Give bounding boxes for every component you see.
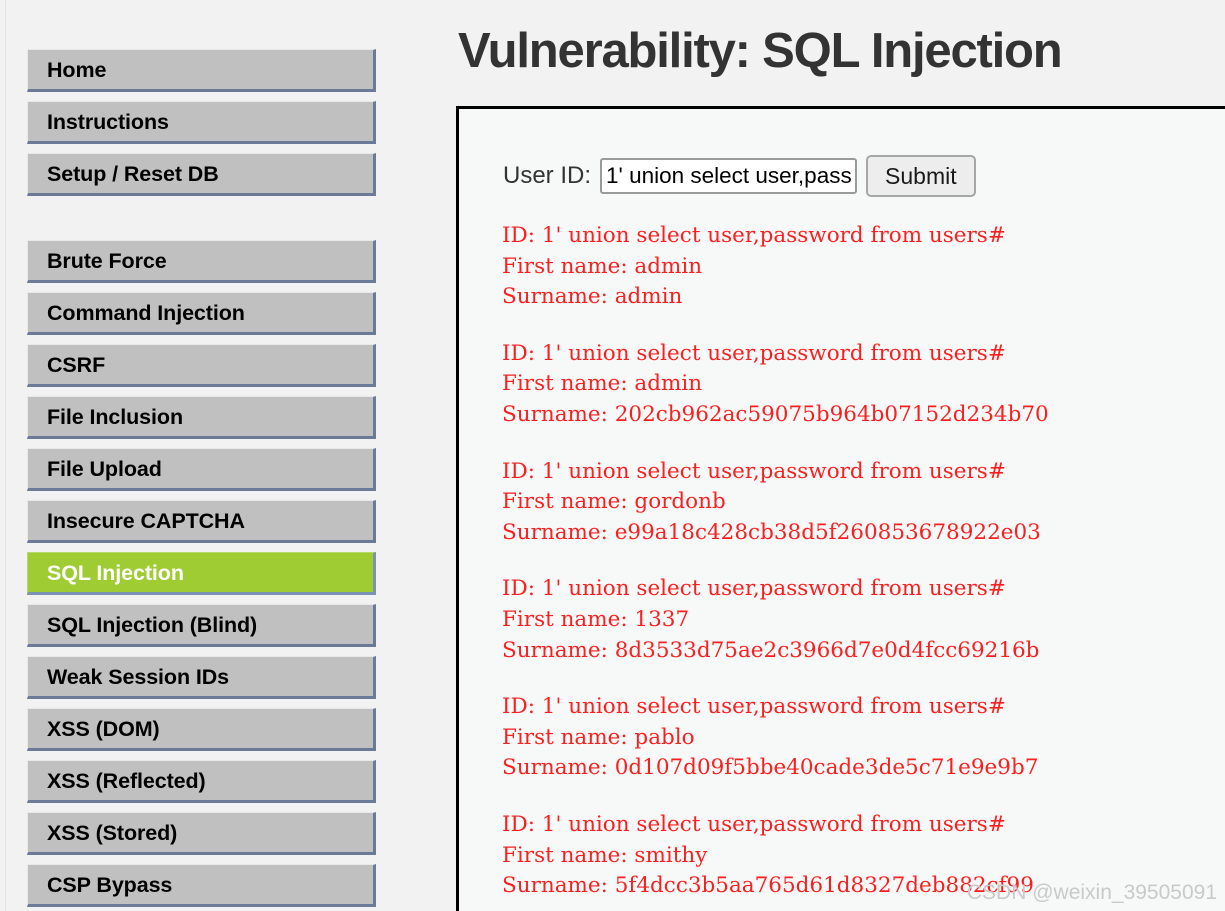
sidebar-item-xss-reflected[interactable]: XSS (Reflected) [27, 760, 376, 803]
result-id-line: ID: 1' union select user,password from u… [502, 694, 1006, 720]
result-first-name-line: First name: 1337 [502, 606, 690, 632]
vulnerability-panel: User ID: Submit ID: 1' union select user… [456, 106, 1225, 911]
sidebar-item-weak-session-ids[interactable]: Weak Session IDs [27, 656, 376, 699]
page-title: Vulnerability: SQL Injection [458, 24, 1063, 78]
result-surname-line: Surname: 0d107d09f5bbe40cade3de5c71e9e9b… [502, 755, 1039, 781]
result-block: ID: 1' union select user,password from u… [502, 221, 1202, 313]
result-surname-line: Surname: 5f4dcc3b5aa765d61d8327deb882cf9… [502, 873, 1034, 899]
result-block: ID: 1' union select user,password from u… [502, 574, 1202, 666]
sidebar-item-csrf[interactable]: CSRF [27, 344, 376, 387]
result-first-name-line: First name: smithy [502, 842, 708, 868]
sidebar-group: Home Instructions Setup / Reset DB [27, 49, 376, 196]
page-root: Home Instructions Setup / Reset DB Brute Fo… [0, 0, 1225, 911]
query-results: ID: 1' union select user,password from u… [502, 221, 1202, 911]
sidebar-item-xss-dom[interactable]: XSS (DOM) [27, 708, 376, 751]
result-id-line: ID: 1' union select user,password from u… [502, 223, 1006, 248]
result-block: ID: 1' union select user,password from u… [502, 810, 1202, 902]
result-first-name-line: First name: admin [502, 371, 703, 397]
sidebar-item-sql-injection[interactable]: SQL Injection [27, 552, 376, 595]
result-first-name-line: First name: admin [502, 253, 703, 279]
result-block: ID: 1' union select user,password from u… [502, 339, 1202, 431]
result-block: ID: 1' union select user,password from u… [502, 457, 1202, 549]
result-id-line: ID: 1' union select user,password from u… [502, 458, 1006, 484]
submit-button[interactable]: Submit [866, 155, 976, 197]
result-id-line: ID: 1' union select user,password from u… [502, 576, 1006, 602]
user-id-label: User ID: [503, 162, 592, 189]
sidebar-item-setup-reset-db[interactable]: Setup / Reset DB [27, 153, 376, 196]
result-surname-line: Surname: e99a18c428cb38d5f260853678922e0… [502, 519, 1041, 545]
user-id-input[interactable] [600, 158, 858, 194]
sidebar-item-xss-stored[interactable]: XSS (Stored) [27, 812, 376, 855]
result-surname-line: Surname: admin [502, 284, 683, 310]
result-block: ID: 1' union select user,password from u… [502, 692, 1202, 784]
result-id-line: ID: 1' union select user,password from u… [502, 340, 1006, 366]
sidebar-item-insecure-captcha[interactable]: Insecure CAPTCHA [27, 500, 376, 543]
result-surname-line: Surname: 8d3533d75ae2c3966d7e0d4fcc69216… [502, 637, 1040, 663]
result-first-name-line: First name: gordonb [502, 489, 726, 515]
main-content: Vulnerability: SQL Injection User ID: Su… [456, 0, 1225, 911]
sidebar-item-sql-injection-blind[interactable]: SQL Injection (Blind) [27, 604, 376, 647]
result-first-name-line: First name: pablo [502, 724, 695, 750]
sidebar-item-instructions[interactable]: Instructions [27, 101, 376, 144]
sidebar-nav: Home Instructions Setup / Reset DB Brute Fo… [27, 49, 376, 911]
result-id-line: ID: 1' union select user,password from u… [502, 811, 1006, 837]
sidebar-item-home[interactable]: Home [27, 49, 376, 92]
left-edge-divider [5, 0, 6, 911]
sidebar-item-command-injection[interactable]: Command Injection [27, 292, 376, 335]
sidebar-group: Brute Force Command Injection CSRF File Inc… [27, 240, 376, 907]
user-id-form: User ID: Submit [503, 155, 976, 197]
sidebar-item-brute-force[interactable]: Brute Force [27, 240, 376, 283]
result-surname-line: Surname: 202cb962ac59075b964b07152d234b7… [502, 401, 1049, 427]
sidebar-item-csp-bypass[interactable]: CSP Bypass [27, 864, 376, 907]
sidebar-item-file-inclusion[interactable]: File Inclusion [27, 396, 376, 439]
sidebar-item-file-upload[interactable]: File Upload [27, 448, 376, 491]
